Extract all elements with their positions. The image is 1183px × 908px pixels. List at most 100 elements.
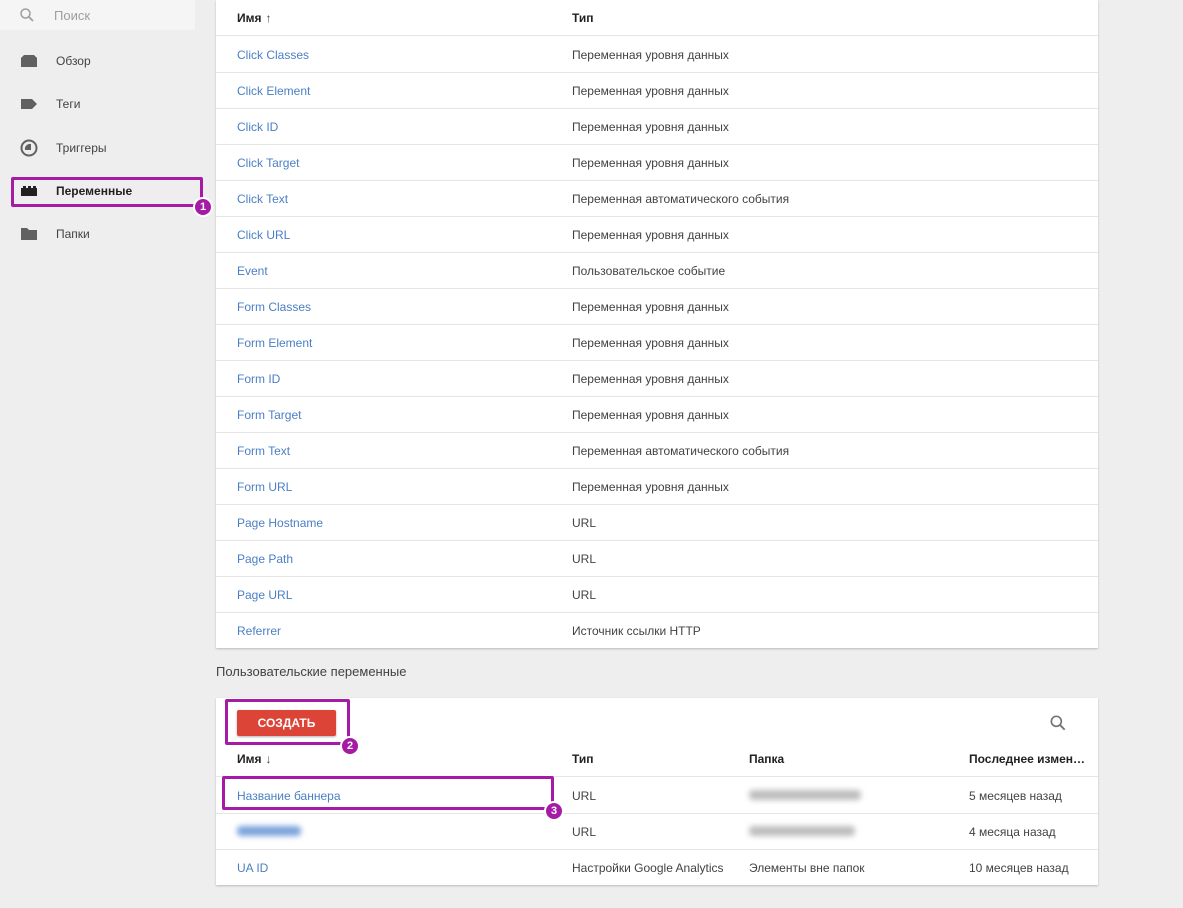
variable-name-link[interactable]: Click Element [237, 84, 310, 98]
overview-icon [20, 52, 38, 70]
variables-icon [20, 182, 38, 200]
sidebar-item-label: Теги [56, 96, 81, 111]
variable-name-link[interactable]: UA ID [237, 861, 268, 875]
table-row[interactable]: Form Text Переменная автоматического собы… [216, 433, 1098, 469]
table-row[interactable]: Event Пользовательское событие [216, 253, 1098, 289]
column-header-type: Тип [572, 10, 594, 25]
table-header-row: Имя ↑ Тип [216, 0, 1098, 36]
variable-name-link[interactable]: Click ID [237, 120, 278, 134]
variable-modified: 4 месяца назад [969, 824, 1056, 839]
variable-type: URL [572, 788, 597, 803]
user-variables-title: Пользовательские переменные [216, 664, 407, 679]
sidebar-search-input[interactable] [54, 7, 174, 23]
sidebar-item-variables[interactable]: Переменные [0, 169, 200, 212]
sidebar-search[interactable] [0, 0, 195, 30]
variable-type: Переменная уровня данных [572, 119, 729, 134]
column-header-name[interactable]: Имя ↑ [237, 11, 272, 25]
annotation-badge-1: 1 [193, 197, 213, 217]
table-row[interactable]: Form URL Переменная уровня данных [216, 469, 1098, 505]
variable-type: Переменная уровня данных [572, 371, 729, 386]
table-row[interactable]: Click Target Переменная уровня данных [216, 145, 1098, 181]
table-row[interactable]: Form Element Переменная уровня данных [216, 325, 1098, 361]
variable-type: Переменная уровня данных [572, 83, 729, 98]
variable-folder-blurred [749, 789, 861, 803]
table-row[interactable]: Form Target Переменная уровня данных [216, 397, 1098, 433]
variable-name-link[interactable]: Form ID [237, 372, 280, 386]
variable-name-link[interactable]: Click URL [237, 228, 290, 242]
table-row[interactable]: Название баннера URL 5 месяцев назад [216, 778, 1098, 814]
sidebar: Обзор Теги Триггеры Переменные Папки [0, 0, 210, 908]
folder-icon [20, 225, 38, 243]
variable-type: Переменная автоматического события [572, 443, 790, 458]
variable-name-link[interactable]: Page URL [237, 588, 292, 602]
variable-name-link[interactable]: Click Target [237, 156, 299, 170]
variable-name-link[interactable]: Page Hostname [237, 516, 323, 530]
table-row[interactable]: URL 4 месяца назад [216, 814, 1098, 850]
table-row[interactable]: UA ID Настройки Google Analytics Элемент… [216, 850, 1098, 886]
variable-name-link[interactable]: Form Target [237, 408, 301, 422]
create-variable-button[interactable]: СОЗДАТЬ [237, 710, 336, 736]
variable-type: Переменная автоматического события [572, 191, 790, 206]
table-row[interactable]: Click URL Переменная уровня данных [216, 217, 1098, 253]
sort-asc-icon: ↑ [265, 10, 272, 25]
variable-name-link[interactable]: Form Classes [237, 300, 311, 314]
tag-icon [20, 95, 38, 113]
search-icon [20, 8, 34, 22]
variable-folder-blurred [749, 825, 855, 839]
variable-name-link[interactable]: Click Text [237, 192, 288, 206]
column-header-modified: Последнее измен… [969, 751, 1085, 766]
variable-type: Переменная уровня данных [572, 479, 729, 494]
column-header-type: Тип [572, 751, 594, 766]
sidebar-item-triggers[interactable]: Триггеры [0, 126, 200, 169]
variable-type: Переменная уровня данных [572, 47, 729, 62]
variable-type: Переменная уровня данных [572, 335, 729, 350]
table-row[interactable]: Click Text Переменная автоматического соб… [216, 181, 1098, 217]
sidebar-item-folders[interactable]: Папки [0, 212, 200, 255]
sidebar-item-overview[interactable]: Обзор [0, 39, 200, 82]
variable-type: URL [572, 587, 597, 602]
variable-type: Источник ссылки HTTP [572, 624, 701, 638]
table-row[interactable]: Form Classes Переменная уровня данных [216, 289, 1098, 325]
variable-type: URL [572, 515, 597, 530]
variable-type: Переменная уровня данных [572, 299, 729, 314]
variable-type: URL [572, 551, 597, 566]
trigger-icon [20, 139, 38, 157]
variable-name-link[interactable]: Название баннера [237, 789, 341, 803]
variable-type: Пользовательское событие [572, 263, 726, 278]
variable-type: Переменная уровня данных [572, 227, 729, 242]
variable-type: URL [572, 824, 597, 839]
variable-name-link[interactable]: Form Text [237, 444, 290, 458]
sidebar-item-label: Папки [56, 226, 90, 241]
variable-type: Переменная уровня данных [572, 155, 729, 170]
table-row[interactable]: Click ID Переменная уровня данных [216, 109, 1098, 145]
search-icon[interactable] [1048, 713, 1068, 733]
variable-type: Переменная уровня данных [572, 407, 729, 422]
sidebar-item-label: Триггеры [56, 140, 107, 155]
annotation-badge-3: 3 [544, 801, 564, 821]
variable-name-link[interactable]: Referrer [237, 624, 281, 638]
column-header-folder: Папка [749, 751, 785, 766]
variable-name-blurred[interactable] [237, 825, 301, 839]
variable-name-link[interactable]: Event [237, 264, 268, 278]
sort-desc-icon: ↓ [265, 751, 272, 766]
variable-name-link[interactable]: Page Path [237, 552, 293, 566]
variable-name-link[interactable]: Form URL [237, 480, 292, 494]
table-row[interactable]: Page URL URL [216, 577, 1098, 613]
sidebar-item-label: Переменные [56, 183, 133, 198]
sidebar-item-label: Обзор [56, 53, 91, 68]
table-row[interactable]: Referrer Источник ссылки HTTP [216, 613, 1098, 649]
variable-type: Настройки Google Analytics [572, 861, 724, 875]
table-row[interactable]: Form ID Переменная уровня данных [216, 361, 1098, 397]
table-row[interactable]: Click Classes Переменная уровня данных [216, 37, 1098, 73]
variable-folder: Элементы вне папок [749, 861, 865, 875]
sidebar-item-tags[interactable]: Теги [0, 82, 200, 125]
table-row[interactable]: Page Path URL [216, 541, 1098, 577]
variable-name-link[interactable]: Form Element [237, 336, 312, 350]
variable-modified: 5 месяцев назад [969, 788, 1062, 803]
variable-modified: 10 месяцев назад [969, 861, 1069, 875]
table-row[interactable]: Click Element Переменная уровня данных [216, 73, 1098, 109]
column-header-name[interactable]: Имя ↓ [237, 752, 272, 766]
annotation-badge-2: 2 [340, 736, 360, 756]
variable-name-link[interactable]: Click Classes [237, 48, 309, 62]
table-row[interactable]: Page Hostname URL [216, 505, 1098, 541]
